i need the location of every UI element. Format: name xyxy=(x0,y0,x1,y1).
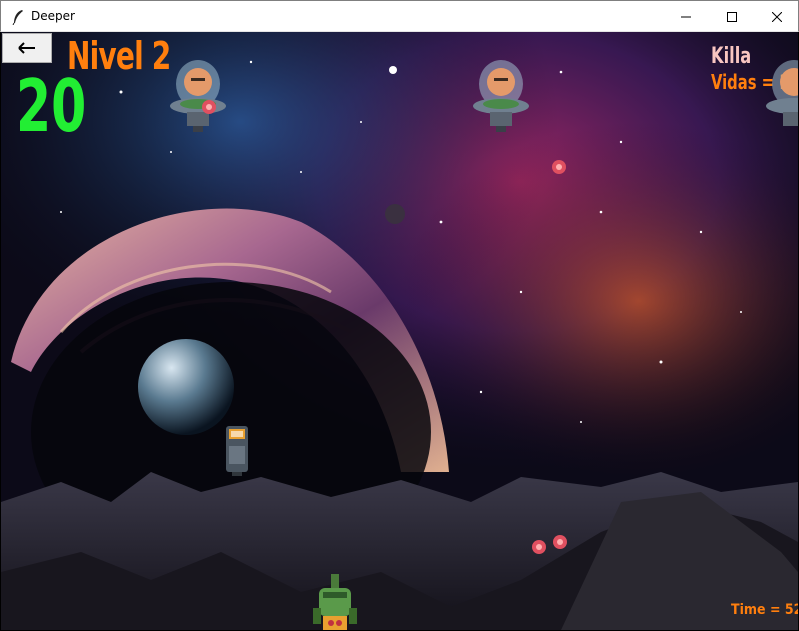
space-background xyxy=(1,32,798,630)
maximize-icon xyxy=(727,11,737,22)
red-orb-icon xyxy=(532,540,546,554)
red-orb-icon xyxy=(202,100,216,114)
player-tank-icon[interactable] xyxy=(309,574,361,630)
close-button[interactable] xyxy=(754,1,799,32)
alien-ufo-icon xyxy=(766,60,798,126)
score-value: 20 xyxy=(16,64,87,148)
window-title: Deeper xyxy=(31,9,75,23)
feather-icon xyxy=(11,9,25,26)
back-button[interactable] xyxy=(2,33,52,63)
red-orb-icon xyxy=(552,160,566,174)
maximize-button[interactable] xyxy=(709,1,755,32)
minimize-button[interactable] xyxy=(663,1,709,32)
alien-ufo-icon xyxy=(170,60,226,132)
player-name: Killa xyxy=(711,44,752,69)
battery-capsule-icon xyxy=(226,426,248,476)
minimize-icon xyxy=(681,16,691,17)
game-canvas[interactable]: Nivel 2 20 Killa Vidas = 1 Time = 52 xyxy=(1,32,798,630)
time-counter: Time = 52 xyxy=(731,602,798,618)
close-icon xyxy=(772,11,782,22)
alien-ufo-icon xyxy=(473,60,529,132)
arrow-left-icon xyxy=(18,42,35,54)
title-bar: Deeper xyxy=(0,0,799,32)
red-orb-icon xyxy=(553,535,567,549)
